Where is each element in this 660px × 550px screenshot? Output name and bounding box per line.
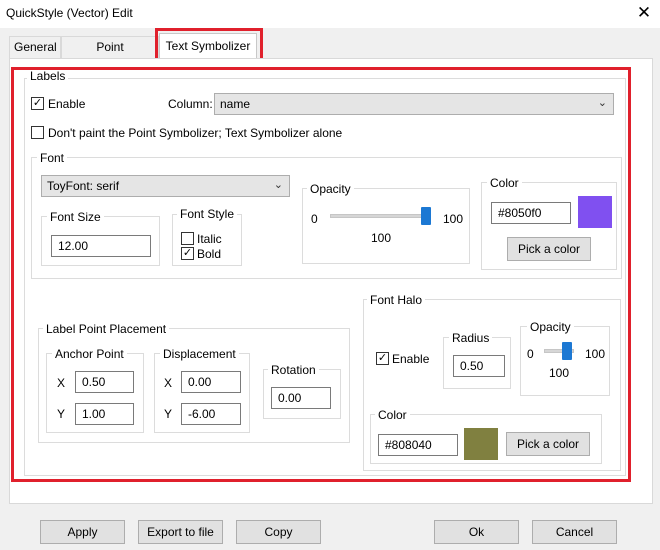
copy-button[interactable]: Copy bbox=[236, 520, 321, 544]
close-icon[interactable]: ✕ bbox=[634, 3, 654, 23]
tab-highlight bbox=[155, 28, 263, 62]
tab-general[interactable]: General bbox=[9, 36, 61, 58]
ok-button[interactable]: Ok bbox=[434, 520, 519, 544]
tab-general-label: General bbox=[14, 40, 57, 54]
export-button[interactable]: Export to file bbox=[138, 520, 223, 544]
tab-point-symbolizer[interactable]: Point Symbolizer bbox=[61, 36, 159, 74]
cancel-button[interactable]: Cancel bbox=[532, 520, 617, 544]
window-title: QuickStyle (Vector) Edit bbox=[6, 6, 133, 20]
apply-button[interactable]: Apply bbox=[40, 520, 125, 544]
content-highlight bbox=[11, 67, 631, 482]
